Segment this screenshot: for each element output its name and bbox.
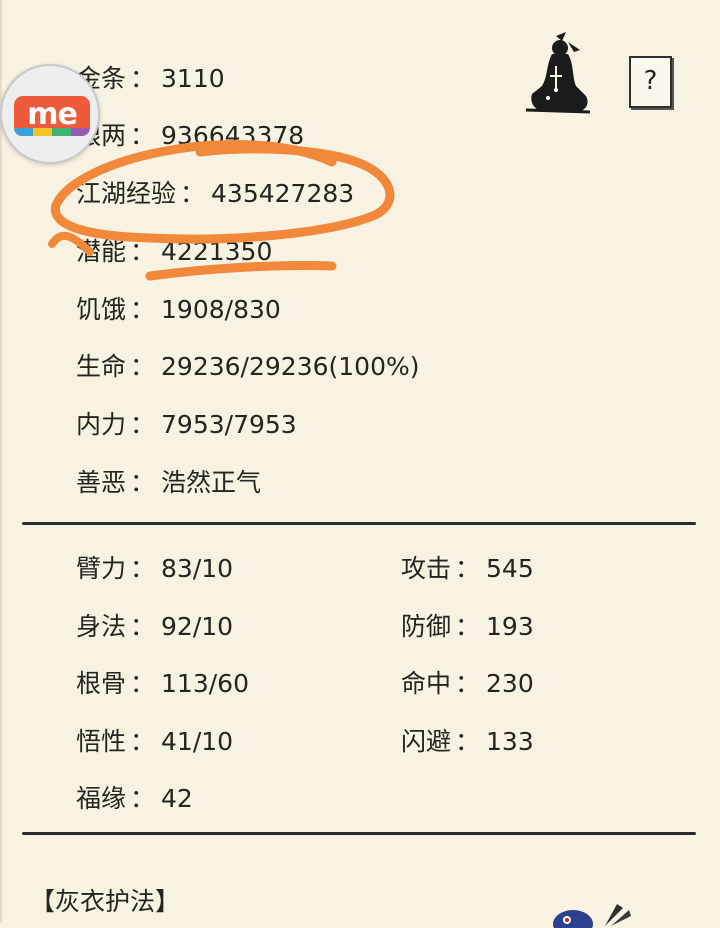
- separator: ：: [130, 554, 156, 583]
- section-title: 【灰衣护法】: [30, 887, 181, 916]
- attr-agility: 身法： 92/10: [76, 612, 233, 642]
- me-app-logo: me: [14, 96, 90, 136]
- stat-exp: 江湖经验： 435427283: [76, 179, 354, 209]
- attr-luck: 福缘： 42: [76, 784, 193, 814]
- attr-label: 福缘: [76, 784, 127, 813]
- separator: ：: [455, 612, 481, 641]
- separator: ：: [130, 784, 156, 813]
- attr-value: 83/10: [161, 554, 234, 583]
- divider-top: [22, 522, 696, 525]
- attr-label: 攻击: [401, 554, 452, 583]
- stat-morality-value: 浩然正气: [161, 468, 262, 497]
- separator: ：: [130, 237, 156, 266]
- stat-hunger-label: 饥饿: [76, 295, 127, 324]
- attr-value: 42: [161, 784, 193, 813]
- separator: ：: [455, 554, 481, 583]
- stat-exp-value: 435427283: [211, 179, 355, 208]
- separator: ：: [130, 410, 156, 439]
- stat-silver-value: 936643378: [161, 121, 305, 150]
- stat-silver: 银两： 936643378: [76, 121, 304, 151]
- attr-value: 133: [486, 727, 534, 756]
- attr-constitution: 根骨： 113/60: [76, 669, 249, 699]
- stat-potential-label: 潜能: [76, 237, 127, 266]
- character-avatar-icon[interactable]: [522, 32, 594, 116]
- separator: ：: [130, 352, 156, 381]
- separator: ：: [180, 179, 206, 208]
- separator: ：: [130, 64, 156, 93]
- stat-mp-label: 内力: [76, 410, 127, 439]
- attr-label: 臂力: [76, 554, 127, 583]
- me-logo-strip: [14, 128, 90, 136]
- bird-icon: [553, 904, 631, 928]
- frame-edge: [0, 0, 2, 923]
- attr-value: 230: [486, 669, 534, 698]
- attr-defense: 防御： 193: [401, 612, 534, 642]
- attr-label: 闪避: [401, 727, 452, 756]
- separator: ：: [130, 727, 156, 756]
- separator: ：: [130, 612, 156, 641]
- stat-morality: 善恶：浩然正气: [76, 468, 261, 498]
- stat-hp-label: 生命: [76, 352, 127, 381]
- attr-wisdom: 悟性： 41/10: [76, 727, 233, 757]
- attr-label: 命中: [401, 669, 452, 698]
- stat-gold-value: 3110: [161, 64, 225, 93]
- stat-morality-label: 善恶: [76, 468, 127, 497]
- attr-label: 悟性: [76, 727, 127, 756]
- separator: ：: [130, 669, 156, 698]
- separator: ：: [455, 669, 481, 698]
- attr-value: 113/60: [161, 669, 249, 698]
- attr-accuracy: 命中： 230: [401, 669, 534, 699]
- stat-mp: 内力： 7953/7953: [76, 410, 297, 440]
- stat-mp-value: 7953/7953: [161, 410, 297, 439]
- separator: ：: [455, 727, 481, 756]
- attr-label: 根骨: [76, 669, 127, 698]
- attr-attack: 攻击： 545: [401, 554, 534, 584]
- attr-label: 身法: [76, 612, 127, 641]
- attr-dodge: 闪避： 133: [401, 727, 534, 757]
- stat-potential: 潜能： 4221350: [76, 237, 272, 267]
- stat-hunger-value: 1908/830: [161, 295, 281, 324]
- attr-strength: 臂力： 83/10: [76, 554, 233, 584]
- me-app-icon[interactable]: me: [0, 64, 100, 164]
- stat-hunger: 饥饿： 1908/830: [76, 295, 281, 325]
- attr-value: 193: [486, 612, 534, 641]
- attr-value: 41/10: [161, 727, 234, 756]
- separator: ：: [130, 121, 156, 150]
- stat-hp: 生命： 29236/29236(100%): [76, 352, 420, 382]
- separator: ：: [130, 468, 156, 497]
- separator: ：: [130, 295, 156, 324]
- attr-label: 防御: [401, 612, 452, 641]
- stat-potential-value: 4221350: [161, 237, 273, 266]
- attr-value: 92/10: [161, 612, 234, 641]
- stat-hp-value: 29236/29236(100%): [161, 352, 420, 381]
- stat-gold: 金条： 3110: [76, 64, 225, 94]
- help-button[interactable]: ?: [629, 56, 672, 108]
- stat-exp-label: 江湖经验: [76, 179, 177, 208]
- attr-value: 545: [486, 554, 534, 583]
- me-app-logo-text: me: [27, 97, 78, 132]
- divider-bottom: [22, 832, 696, 835]
